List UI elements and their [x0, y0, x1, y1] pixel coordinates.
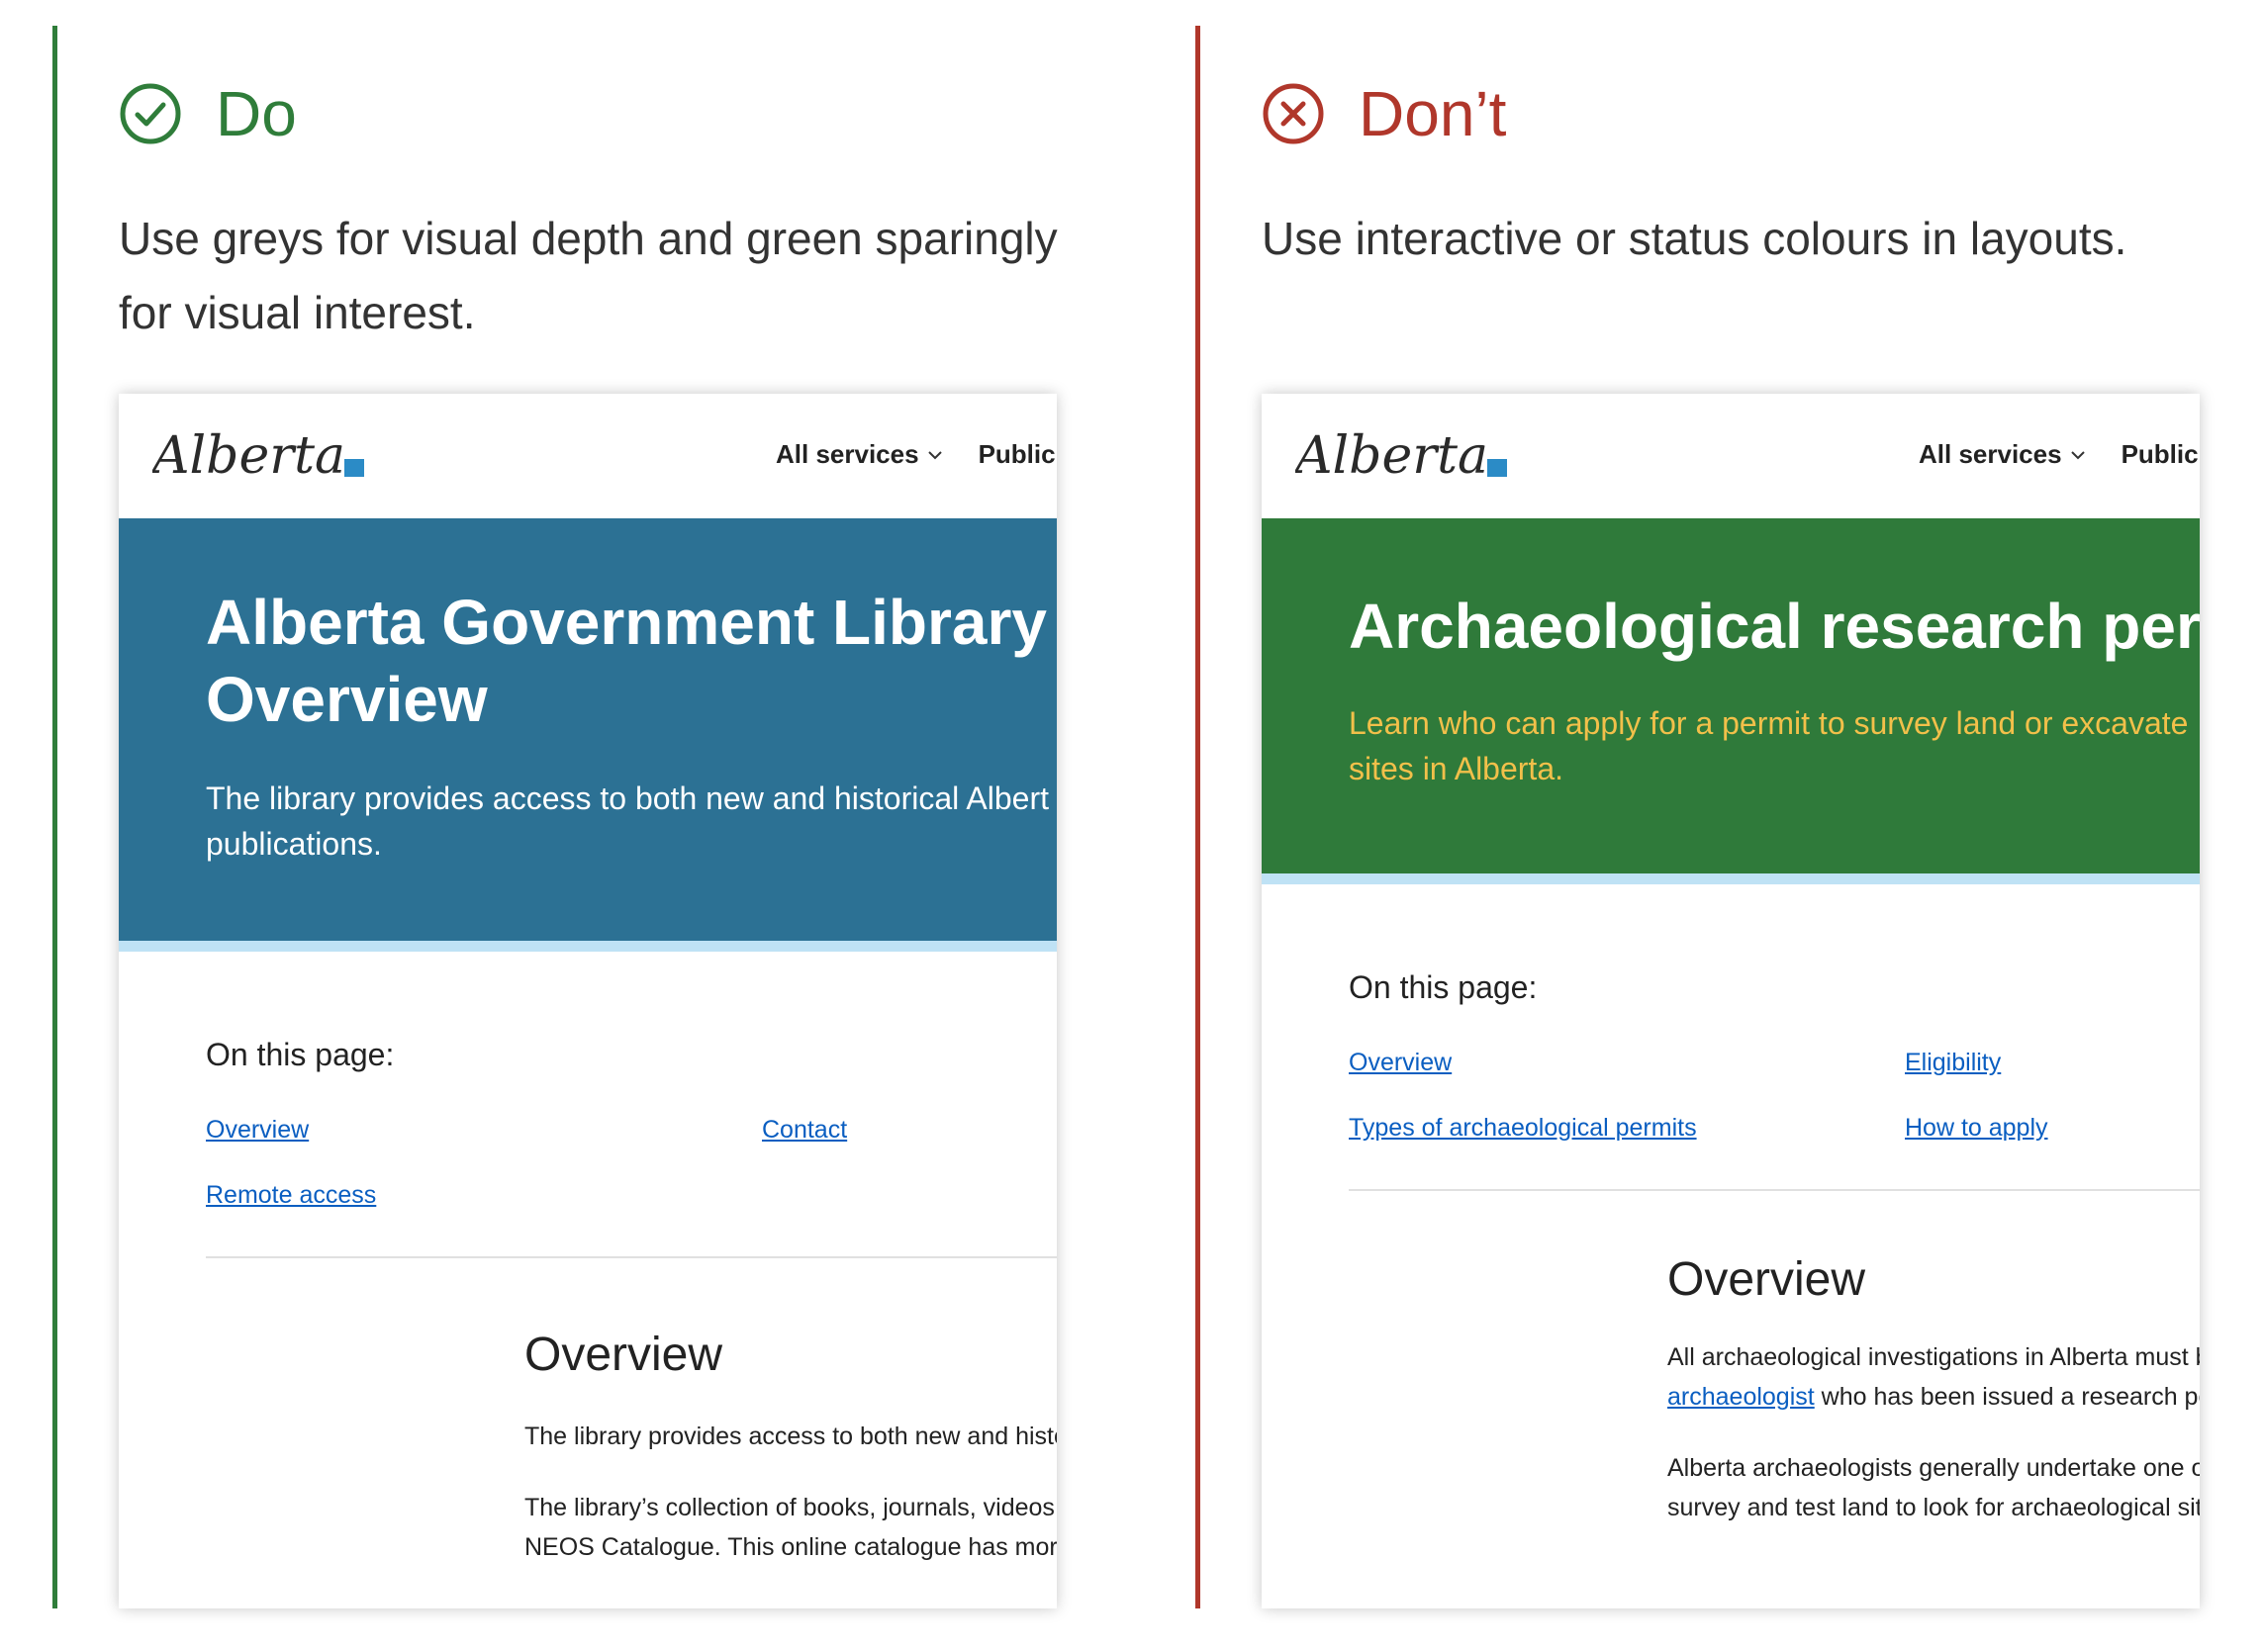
nav-label: Public [978, 439, 1056, 469]
check-circle-icon [120, 83, 181, 144]
hero-title-line: Alberta Government Library [206, 587, 1047, 658]
dont-label: Don’t [1359, 78, 1507, 149]
site-nav: All services Public [1919, 439, 2199, 470]
section-line: Alberta archaeologists generally underta… [1667, 1454, 2200, 1482]
nav-label: All services [776, 439, 919, 469]
dont-heading: Don’t [1262, 82, 1506, 145]
dont-example-screenshot: Alberta All services Public Archaeologic… [1262, 394, 2200, 1608]
section-title: Overview [1667, 1253, 1866, 1306]
hero-lead-line: Learn who can apply for a permit to surv… [1349, 705, 2189, 741]
divider [206, 1256, 1057, 1258]
section-line: The library provides access to both new … [524, 1423, 1057, 1450]
hero-lead-line: publications. [206, 826, 382, 862]
nav-all-services[interactable]: All services [1919, 439, 2086, 470]
section-title: Overview [524, 1329, 723, 1381]
do-example-screenshot: Alberta All services Public Alberta Gove… [119, 394, 1057, 1608]
section-text: All archaeological investigations in Alb… [1667, 1337, 2200, 1527]
toc-link-remote-access[interactable]: Remote access [206, 1181, 376, 1210]
do-description-line: for visual interest. [119, 287, 476, 338]
svg-text:Alberta: Alberta [1295, 426, 1488, 486]
do-label: Do [216, 78, 297, 149]
section-line-rest: who has been issued a research per [1814, 1383, 2200, 1411]
section-text: The library provides access to both new … [524, 1417, 1057, 1567]
nav-public[interactable]: Public [979, 439, 1056, 470]
toc-link-eligibility[interactable]: Eligibility [1905, 1049, 2001, 1077]
hero-lead-line: The library provides access to both new … [206, 780, 1049, 816]
toc-link-types-of-permits[interactable]: Types of archaeological permits [1349, 1114, 1697, 1143]
site-header: Alberta All services Public [1262, 394, 2200, 518]
dont-column: Don’t Use interactive or status colours … [1195, 26, 2264, 1608]
section-line: NEOS Catalogue. This online catalogue ha… [524, 1533, 1057, 1561]
toc-title: On this page: [1349, 969, 1538, 1005]
toc-link-overview[interactable]: Overview [206, 1116, 309, 1145]
hero-banner: Archaeological research per Learn who ca… [1262, 518, 2200, 884]
nav-public[interactable]: Public [2122, 439, 2199, 470]
on-this-page: On this page: Overview Contact Remote ac… [119, 952, 1057, 1608]
site-nav: All services Public [776, 439, 1056, 470]
hero-title-line: Overview [206, 664, 488, 735]
nav-label: All services [1919, 439, 2062, 469]
archaeologist-link[interactable]: archaeologist [1667, 1383, 1815, 1411]
hero-title: Archaeological research per [1349, 591, 2200, 662]
divider [1349, 1189, 2200, 1191]
hero-lead: Learn who can apply for a permit to surv… [1349, 700, 2200, 791]
toc-link-contact[interactable]: Contact [762, 1116, 847, 1145]
section-line: The library’s collection of books, journ… [524, 1494, 1057, 1521]
hero-title: Alberta Government Library Overview [206, 518, 1057, 738]
hero-lead: The library provides access to both new … [206, 776, 1057, 867]
alberta-logo: Alberta [1295, 426, 1507, 486]
chevron-down-icon [2070, 450, 2085, 459]
do-description-line: Use greys for visual depth and green spa… [119, 213, 1058, 264]
site-header: Alberta All services Public [119, 394, 1057, 518]
alberta-logo: Alberta [152, 426, 364, 486]
dont-description: Use interactive or status colours in lay… [1262, 213, 2127, 264]
toc-link-how-to-apply[interactable]: How to apply [1905, 1114, 2048, 1143]
chevron-down-icon [927, 450, 942, 459]
nav-all-services[interactable]: All services [776, 439, 943, 470]
hero-banner: Alberta Government Library Overview The … [119, 518, 1057, 952]
section-line: All archaeological investigations in Alb… [1667, 1343, 2200, 1371]
toc-link-overview[interactable]: Overview [1349, 1049, 1452, 1077]
svg-text:Alberta: Alberta [152, 426, 345, 486]
hero-lead-line: sites in Alberta. [1349, 751, 1563, 786]
do-heading: Do [119, 82, 297, 145]
x-circle-icon [1263, 83, 1324, 144]
do-description: Use greys for visual depth and green spa… [119, 202, 1108, 350]
toc-title: On this page: [206, 1037, 395, 1072]
do-column: Do Use greys for visual depth and green … [52, 26, 1141, 1608]
on-this-page: On this page: Overview Eligibility Types… [1262, 884, 2200, 1608]
section-line: archaeologist who has been issued a rese… [1667, 1377, 2200, 1417]
section-line: survey and test land to look for archaeo… [1667, 1494, 2200, 1521]
nav-label: Public [2121, 439, 2199, 469]
